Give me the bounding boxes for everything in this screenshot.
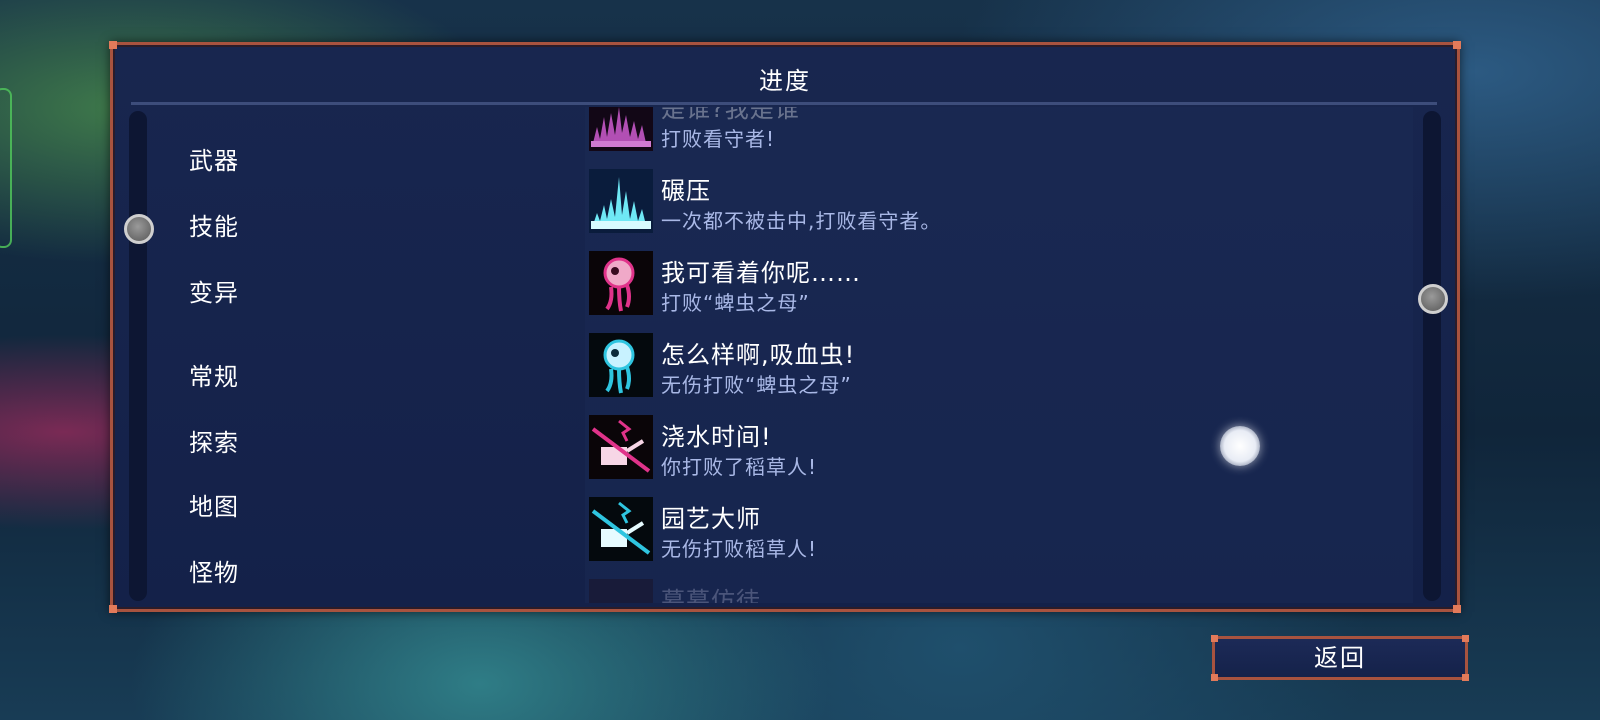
achievement-row[interactable]: 是谁?我是谁 打败看守者! — [589, 107, 1389, 153]
back-button[interactable]: 返回 — [1211, 635, 1469, 681]
achievement-title: 我可看着你呢…… — [661, 259, 861, 287]
back-button-label: 返回 — [1314, 644, 1366, 672]
frame-corner — [1211, 635, 1218, 642]
panel-title: 进度 — [759, 67, 811, 95]
frame-corner — [109, 605, 117, 613]
progress-panel: 进度 武器 技能 变异 常规 探索 地图 怪物 是谁?我是谁 打败看守者! 碾压… — [109, 41, 1461, 613]
achievement-desc: 打败看守者! — [661, 127, 776, 151]
achievement-desc: 无伤打败稻草人! — [661, 537, 818, 561]
achievement-desc: 一次都不被击中,打败看守者。 — [661, 209, 942, 233]
achievement-title: 园艺大师 — [661, 505, 761, 533]
frame-corner — [1462, 635, 1469, 642]
purple-spikes-icon — [589, 107, 653, 151]
category-scrollbar[interactable] — [129, 111, 147, 601]
cyan-spikes-icon — [589, 169, 653, 233]
category-weapons[interactable]: 武器 — [189, 141, 239, 176]
achievement-title: 浇水时间! — [661, 423, 772, 451]
achievement-desc: 无伤打败“蜱虫之母” — [661, 373, 852, 397]
pink-eye-monster-icon — [589, 251, 653, 315]
achievement-scroll-thumb[interactable] — [1418, 284, 1448, 314]
category-scroll-thumb[interactable] — [124, 214, 154, 244]
achievement-title: 碾压 — [661, 177, 711, 205]
pink-watering-can-icon — [589, 415, 653, 479]
achievement-title: 怎么样啊,吸血虫! — [661, 341, 856, 369]
cursor-pointer — [1220, 426, 1260, 466]
achievement-row[interactable]: 怎么样啊,吸血虫! 无伤打败“蜱虫之母” — [589, 333, 1389, 399]
frame-corner — [1453, 41, 1461, 49]
category-monsters[interactable]: 怪物 — [189, 553, 239, 588]
achievement-title: 慕慕仿徒 — [661, 587, 761, 603]
title-divider — [131, 102, 1437, 105]
category-general[interactable]: 常规 — [189, 357, 239, 392]
category-map[interactable]: 地图 — [189, 487, 239, 522]
frame-corner — [1211, 674, 1218, 681]
achievement-desc: 打败“蜱虫之母” — [661, 291, 810, 315]
frame-corner — [1462, 674, 1469, 681]
achievement-row[interactable]: 浇水时间! 你打败了稻草人! — [589, 415, 1389, 481]
achievement-desc: 你打败了稻草人! — [661, 455, 818, 479]
cyan-watering-can-icon — [589, 497, 653, 561]
frame-corner — [1453, 605, 1461, 613]
category-mutations[interactable]: 变异 — [189, 273, 239, 308]
achievement-row[interactable]: 我可看着你呢…… 打败“蜱虫之母” — [589, 251, 1389, 317]
category-exploration[interactable]: 探索 — [189, 423, 239, 458]
achievement-row[interactable]: 碾压 一次都不被击中,打败看守者。 — [589, 169, 1389, 235]
frame-corner — [109, 41, 117, 49]
background-glow — [0, 88, 12, 248]
achievement-list[interactable]: 是谁?我是谁 打败看守者! 碾压 一次都不被击中,打败看守者。 我可看着你呢……… — [585, 107, 1413, 603]
achievement-row[interactable]: 慕慕仿徒 — [589, 579, 1389, 603]
achievement-title: 是谁?我是谁 — [661, 107, 800, 123]
cyan-eye-monster-icon — [589, 333, 653, 397]
category-skills[interactable]: 技能 — [189, 207, 239, 242]
achievement-scrollbar[interactable] — [1423, 111, 1441, 601]
faded-icon — [589, 579, 653, 603]
achievement-row[interactable]: 园艺大师 无伤打败稻草人! — [589, 497, 1389, 563]
